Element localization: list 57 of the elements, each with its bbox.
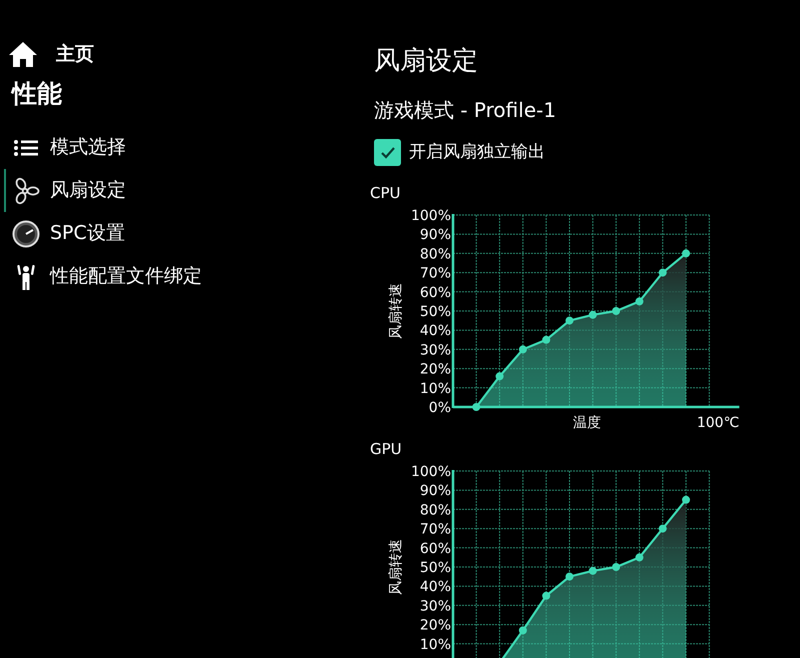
axis-end-label: 100℃	[696, 415, 740, 431]
curve-point[interactable]	[588, 310, 597, 319]
curve-point[interactable]	[612, 563, 620, 571]
y-tick-label: 10%	[420, 636, 451, 653]
curve-point[interactable]	[518, 345, 527, 354]
sidebar-item[interactable]: SPC设置	[4, 212, 131, 255]
sidebar-item[interactable]: 模式选择	[4, 126, 132, 169]
curve-point[interactable]	[566, 572, 574, 581]
y-tick-label: 70%	[420, 266, 451, 282]
curve-point[interactable]	[566, 316, 574, 325]
curve-point[interactable]	[682, 496, 690, 504]
y-tick-label: 40%	[420, 323, 451, 340]
y-tick-label: 60%	[420, 540, 451, 557]
curve-point[interactable]	[588, 566, 597, 575]
curve-point[interactable]	[542, 592, 550, 600]
curve-point[interactable]	[635, 297, 644, 306]
y-tick-label: 50%	[420, 560, 451, 576]
series-name: CPU	[370, 184, 400, 202]
page-title: 风扇设定	[374, 45, 479, 78]
home-link[interactable]: 主页	[4, 40, 94, 68]
curve-point[interactable]	[612, 307, 620, 315]
sidebar-item[interactable]: 风扇设定	[4, 169, 132, 212]
curve-point[interactable]	[542, 336, 550, 344]
x-axis-label: 温度	[573, 415, 602, 431]
y-tick-label: 0%	[428, 400, 451, 416]
sidebar-item[interactable]: 性能配置文件绑定	[4, 255, 208, 298]
curve-point[interactable]	[682, 249, 690, 258]
checkbox-label: 开启风扇独立输出	[409, 140, 545, 164]
curve-point[interactable]	[518, 626, 527, 634]
y-tick-label: 20%	[420, 618, 451, 634]
y-tick-label: 10%	[420, 380, 451, 397]
home-icon	[8, 40, 38, 68]
checkbox[interactable]	[374, 139, 401, 166]
y-tick-label: 100%	[410, 464, 451, 480]
y-tick-label: 20%	[420, 362, 451, 378]
y-tick-label: 60%	[420, 284, 451, 301]
curve-point[interactable]	[635, 553, 644, 562]
y-tick-label: 100%	[410, 208, 451, 224]
gauge-icon	[12, 220, 40, 248]
section-heading: 性能	[12, 78, 63, 110]
y-tick-label: 80%	[420, 502, 451, 518]
curve-point[interactable]	[496, 372, 504, 380]
y-axis-label: 风扇转速	[388, 283, 404, 339]
profile-title: 游戏模式 - Profile-1	[374, 97, 558, 124]
y-tick-label: 90%	[420, 483, 451, 500]
y-tick-label: 30%	[420, 342, 451, 358]
y-tick-label: 80%	[420, 246, 451, 262]
series-name: GPU	[370, 440, 402, 458]
curve-point[interactable]	[658, 524, 667, 533]
curve-point[interactable]	[658, 268, 667, 277]
y-axis-label: 风扇转速	[388, 539, 404, 595]
y-tick-label: 90%	[420, 227, 451, 244]
y-tick-label: 30%	[420, 598, 451, 614]
y-tick-label: 70%	[420, 522, 451, 538]
curve-point[interactable]	[472, 403, 480, 411]
y-tick-label: 40%	[420, 579, 451, 596]
y-tick-label: 50%	[420, 304, 451, 320]
